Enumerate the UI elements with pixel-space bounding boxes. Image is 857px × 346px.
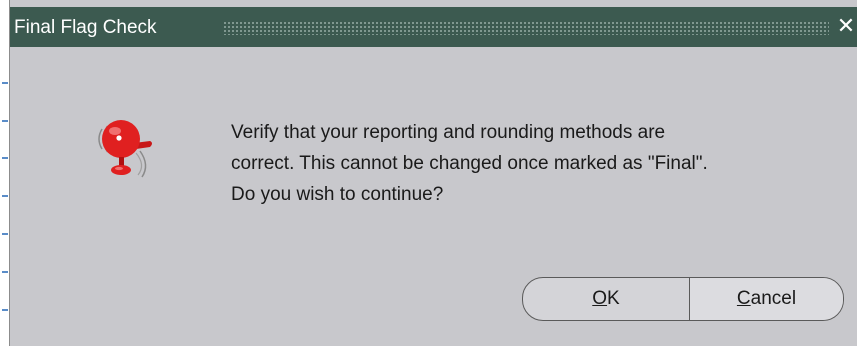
background-window-edge <box>0 0 9 346</box>
edge-tick <box>2 271 8 273</box>
confirmation-message: Verify that your reporting and rounding … <box>231 117 851 210</box>
cancel-button[interactable]: Cancel <box>690 278 843 320</box>
message-line: Do you wish to continue? <box>231 184 444 205</box>
alarm-bell-icon <box>98 120 152 178</box>
dialog-title: Final Flag Check <box>14 17 157 38</box>
edge-tick <box>2 195 8 197</box>
ok-label-rest: K <box>607 288 620 309</box>
close-icon[interactable]: ✕ <box>836 15 856 37</box>
dialog-titlebar[interactable]: Final Flag Check ✕ <box>10 7 857 47</box>
edge-tick <box>2 157 8 159</box>
edge-tick <box>2 82 8 84</box>
ok-button[interactable]: OK <box>523 278 690 320</box>
dialog-button-group: OK Cancel <box>522 277 844 321</box>
final-flag-check-dialog: Final Flag Check ✕ Verify that your repo… <box>9 0 857 346</box>
cancel-label-rest: ancel <box>750 288 797 309</box>
edge-tick <box>2 233 8 235</box>
ok-mnemonic: O <box>592 288 608 309</box>
message-line: correct. This cannot be changed once mar… <box>231 153 708 174</box>
cancel-mnemonic: C <box>736 288 751 309</box>
edge-tick <box>2 309 8 311</box>
message-line: Verify that your reporting and rounding … <box>231 122 666 143</box>
edge-tick <box>2 120 8 122</box>
titlebar-drag-texture <box>223 21 829 35</box>
dialog-body: Verify that your reporting and rounding … <box>10 47 857 346</box>
